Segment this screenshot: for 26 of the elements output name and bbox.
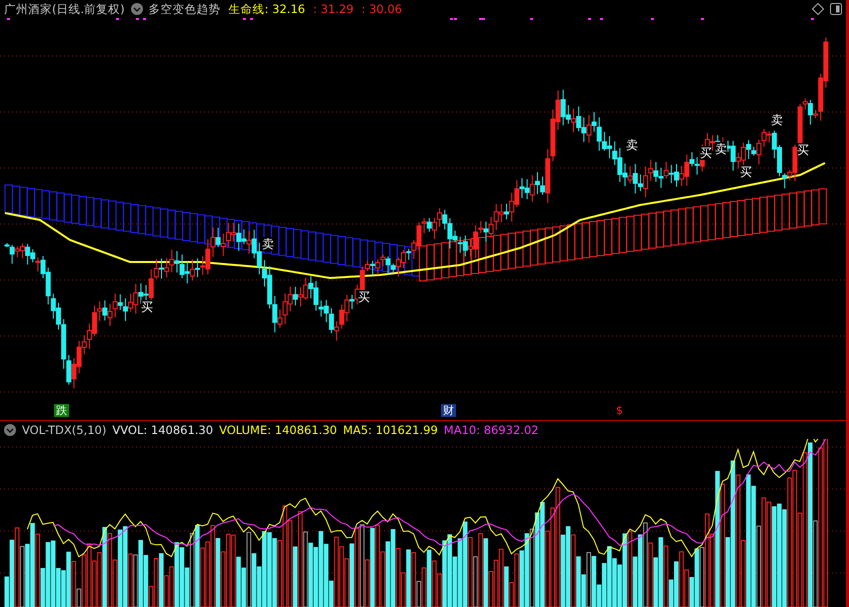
- volume-value: MA10: 86932.02: [444, 423, 539, 437]
- signal-label: 买: [141, 300, 153, 314]
- signal-label: 买: [740, 165, 752, 179]
- volume-indicator-name: VOL-TDX(5,10): [22, 423, 106, 437]
- event-marker[interactable]: 跌: [54, 404, 69, 417]
- signal-label: 卖: [715, 142, 727, 156]
- event-marker[interactable]: 财: [441, 404, 456, 417]
- indicator-value: 生命线: 32.16: [228, 2, 306, 16]
- indicator-name: 多空变色趋势: [148, 2, 221, 16]
- panel-toggle-icon[interactable]: [830, 3, 842, 15]
- indicator-value: : 31.29: [313, 2, 354, 16]
- volume-value: VVOL: 140861.30: [112, 423, 214, 437]
- signal-label: 买: [358, 290, 370, 304]
- diamond-icon[interactable]: [812, 3, 824, 15]
- stock-title: 广州酒家(日线.前复权): [4, 2, 125, 16]
- chevron-circle-icon[interactable]: [4, 424, 16, 436]
- indicator-value: : 30.06: [362, 2, 402, 16]
- signal-label: 买: [797, 143, 809, 157]
- volume-value: VOLUME: 140861.30: [219, 423, 337, 437]
- chevron-circle-icon[interactable]: [130, 3, 143, 15]
- signal-label: 卖: [626, 138, 638, 152]
- volume-value: MA5: 101621.99: [342, 423, 438, 437]
- signal-label: 卖: [771, 113, 783, 127]
- signal-label: 买: [700, 146, 712, 160]
- event-marker[interactable]: $: [614, 404, 625, 417]
- signal-label: 卖: [262, 237, 274, 251]
